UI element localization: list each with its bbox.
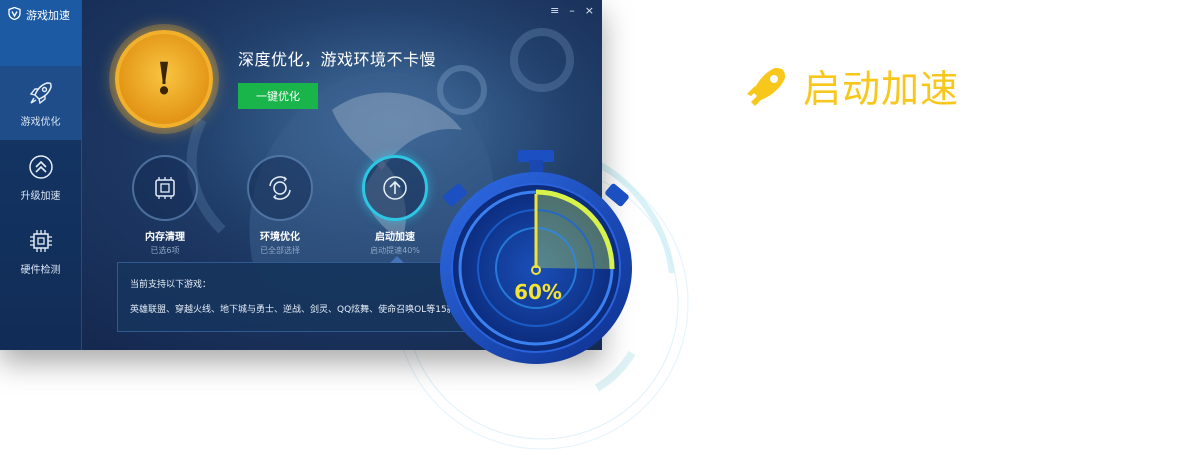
stopwatch-button-right [605, 183, 629, 207]
rocket-icon [29, 81, 52, 104]
feature-title: 启动加速 [375, 232, 415, 243]
feature-subtitle: 已选6项 [150, 246, 180, 255]
sidebar-item-label: 升级加速 [20, 190, 61, 202]
sidebar-item-hardware-check[interactable]: 硬件检测 [0, 214, 81, 288]
sidebar-item-label: 硬件检测 [20, 264, 61, 276]
close-icon[interactable]: × [585, 4, 594, 18]
feature-launch-boost[interactable]: 启动加速 启动提速40% [360, 155, 430, 256]
feature-environment-optimize[interactable]: 环境优化 已全部选择 [245, 155, 315, 256]
boost-logo-icon [747, 67, 785, 106]
memory-chip-icon [155, 177, 175, 199]
stopwatch-button-left [443, 183, 467, 207]
upload-arrow-icon [383, 176, 407, 200]
warning-symbol: ! [154, 53, 174, 105]
sidebar-item-label: 游戏优化 [20, 116, 61, 128]
headline: 深度优化，游戏环境不卡慢 [238, 50, 437, 69]
feature-subtitle: 已全部选择 [260, 246, 300, 255]
sidebar-item-game-optimize[interactable]: 游戏优化 [0, 66, 81, 140]
feature-title-banner: 启动加速 [745, 58, 959, 113]
app-brand: 游戏加速 [0, 0, 81, 66]
feature-circle [247, 155, 313, 221]
sidebar: 游戏加速 游戏优化 升级加速 硬件检测 [0, 0, 82, 350]
feature-circle [132, 155, 198, 221]
supported-games-label: 当前支持以下游戏： [130, 280, 212, 290]
chip-icon [29, 229, 52, 252]
warning-exclamation-icon: ! [115, 30, 213, 128]
upgrade-chevrons-icon [28, 154, 53, 179]
feature-subtitle: 启动提速40% [370, 246, 420, 255]
stage: 游戏加速 游戏优化 升级加速 硬件检测 ≡ – × ! 深度优化，游戏环境不卡慢… [0, 0, 1201, 455]
panel-caret [390, 256, 404, 263]
supported-games-list: 英雄联盟、穿越火线、地下城与勇士、逆战、剑灵、QQ炫舞、使命召唤OL等15款 [130, 305, 456, 315]
feature-memory-clean[interactable]: 内存清理 已选6项 [130, 155, 200, 256]
refresh-circle-icon [269, 176, 291, 200]
one-click-optimize-button[interactable]: 一键优化 [238, 83, 318, 109]
feature-circle [362, 155, 428, 221]
feature-title: 环境优化 [260, 232, 300, 243]
app-title: 游戏加速 [26, 9, 70, 22]
shield-v-logo-icon [8, 7, 21, 20]
menu-icon[interactable]: ≡ [550, 4, 559, 18]
stopwatch-percent-label: 60% [514, 280, 562, 304]
stopwatch-gauge [440, 150, 632, 364]
feature-title: 内存清理 [145, 232, 185, 243]
minimize-icon[interactable]: – [569, 4, 575, 18]
sidebar-item-upgrade-boost[interactable]: 升级加速 [0, 140, 81, 214]
window-controls: ≡ – × [550, 4, 594, 18]
feature-title-text: 启动加速 [803, 67, 960, 111]
